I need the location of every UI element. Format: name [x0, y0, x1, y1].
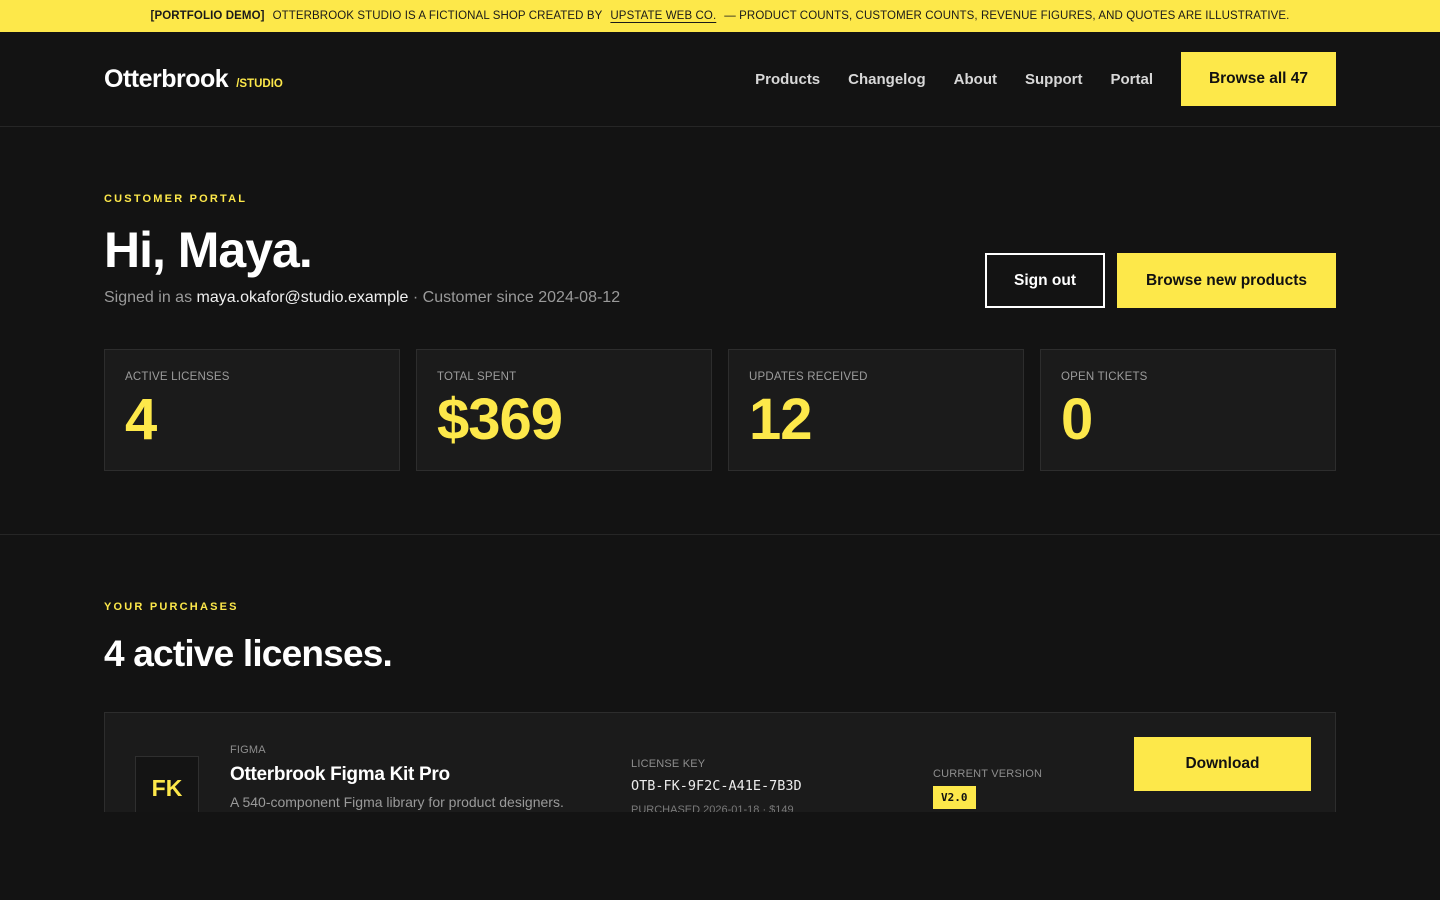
- stat-value: 12: [749, 387, 813, 452]
- logo-sub: /STUDIO: [236, 77, 283, 90]
- browse-new-products-button[interactable]: Browse new products: [1117, 253, 1336, 308]
- banner-text: OTTERBROOK STUDIO IS A FICTIONAL SHOP CR…: [272, 10, 603, 22]
- product-badge: FK: [135, 756, 199, 812]
- stat-card-total-spent: TOTAL SPENT $369: [416, 349, 712, 471]
- demo-banner: [PORTFOLIO DEMO] OTTERBROOK STUDIO IS A …: [0, 0, 1440, 32]
- nav-changelog[interactable]: Changelog: [848, 71, 926, 88]
- stat-label: OPEN TICKETS: [1061, 371, 1148, 383]
- nav-about[interactable]: About: [954, 71, 997, 88]
- stat-card-open-tickets: OPEN TICKETS 0: [1040, 349, 1336, 471]
- license-key-block: LICENSE KEY OTB-FK-9F2C-A41E-7B3D PURCHA…: [631, 758, 802, 812]
- purchases-section: YOUR PURCHASES 4 active licenses. FK FIG…: [0, 535, 1440, 812]
- banner-tag: [PORTFOLIO DEMO]: [150, 10, 265, 22]
- product-name[interactable]: Otterbrook Figma Kit Pro: [230, 764, 564, 786]
- hero-actions: Sign out Browse new products: [985, 253, 1336, 308]
- version-badge: V2.0: [933, 786, 976, 809]
- customer-since: · Customer since 2024-08-12: [412, 289, 621, 306]
- main-nav: Products Changelog About Support Portal …: [755, 52, 1336, 106]
- purchases-eyebrow: YOUR PURCHASES: [104, 601, 239, 613]
- nav-products[interactable]: Products: [755, 71, 820, 88]
- stat-value: 0: [1061, 387, 1093, 452]
- signed-prefix: Signed in as: [104, 289, 193, 306]
- license-card: FK FIGMA Otterbrook Figma Kit Pro A 540-…: [104, 712, 1336, 812]
- banner-disclaimer: — PRODUCT COUNTS, CUSTOMER COUNTS, REVEN…: [724, 10, 1290, 22]
- nav-support[interactable]: Support: [1025, 71, 1083, 88]
- portal-hero: CUSTOMER PORTAL Hi, Maya. Signed in as m…: [0, 127, 1440, 535]
- sign-out-button[interactable]: Sign out: [985, 253, 1105, 308]
- version-label: CURRENT VERSION: [933, 768, 1043, 780]
- stat-value: 4: [125, 387, 157, 452]
- banner-link[interactable]: UPSTATE WEB CO.: [610, 10, 716, 22]
- portal-eyebrow: CUSTOMER PORTAL: [104, 193, 248, 205]
- stat-label: TOTAL SPENT: [437, 371, 517, 383]
- stat-card-active-licenses: ACTIVE LICENSES 4: [104, 349, 400, 471]
- browse-all-button[interactable]: Browse all 47: [1181, 52, 1336, 106]
- license-key-value[interactable]: OTB-FK-9F2C-A41E-7B3D: [631, 778, 802, 794]
- purchases-title: 4 active licenses.: [104, 633, 393, 674]
- product-description: A 540-component Figma library for produc…: [230, 794, 564, 810]
- stats-row: ACTIVE LICENSES 4 TOTAL SPENT $369 UPDAT…: [104, 349, 1336, 471]
- product-category: FIGMA: [230, 744, 266, 756]
- version-block: CURRENT VERSION V2.0: [933, 768, 1042, 809]
- download-button[interactable]: Download: [1134, 737, 1311, 791]
- stat-value: $369: [437, 387, 563, 452]
- user-email: maya.okafor@studio.example: [196, 289, 409, 306]
- purchase-info: PURCHASED 2026-01-18 · $149: [631, 804, 794, 812]
- site-header: Otterbrook /STUDIO Products Changelog Ab…: [0, 32, 1440, 127]
- license-key-label: LICENSE KEY: [631, 758, 706, 770]
- logo[interactable]: Otterbrook /STUDIO: [104, 65, 283, 94]
- stat-card-updates-received: UPDATES RECEIVED 12: [728, 349, 1024, 471]
- stat-label: UPDATES RECEIVED: [749, 371, 868, 383]
- nav-portal[interactable]: Portal: [1110, 71, 1153, 88]
- product-info: FIGMA Otterbrook Figma Kit Pro A 540-com…: [230, 744, 564, 810]
- logo-name: Otterbrook: [104, 64, 229, 93]
- stat-label: ACTIVE LICENSES: [125, 371, 230, 383]
